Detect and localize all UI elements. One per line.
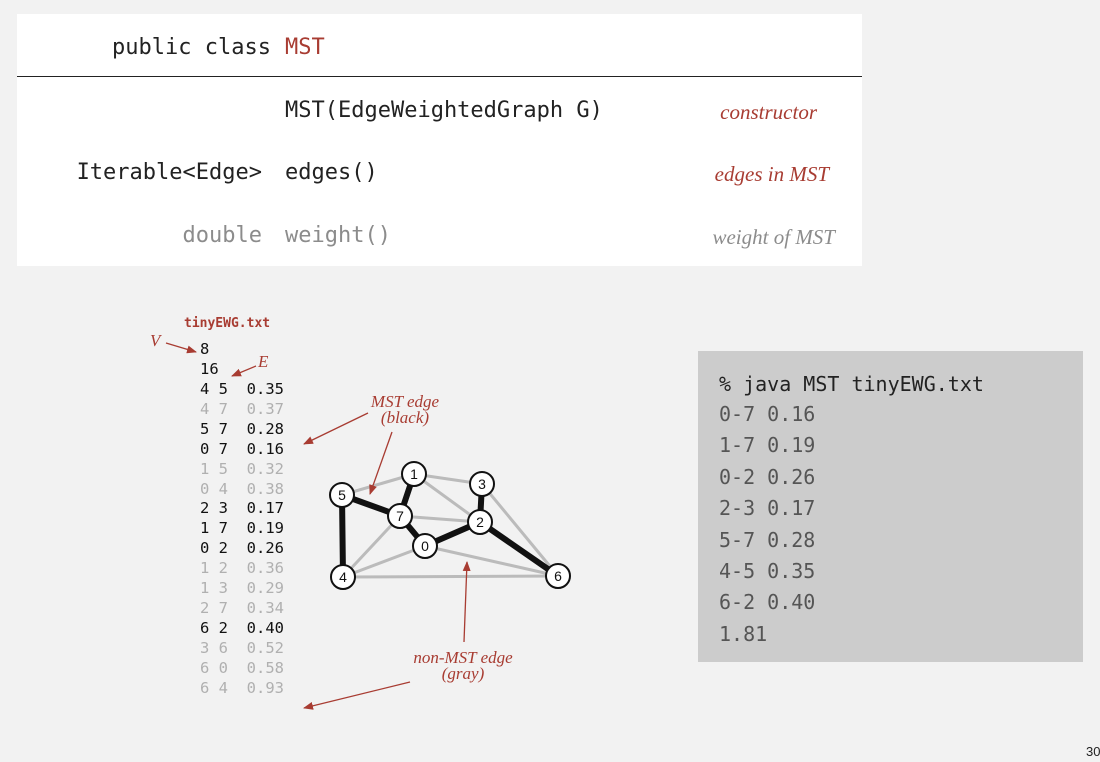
vertex-0: 0	[412, 533, 438, 559]
non-mst-edge-annotation: non-MST edge (gray)	[398, 648, 528, 684]
edge-line: 1 7 0.19	[200, 519, 284, 538]
console-command: % java MST tinyEWG.txt	[719, 372, 984, 396]
vertex-label: 0	[421, 538, 429, 554]
vertex-6: 6	[545, 563, 571, 589]
console-line: 0-7 0.16	[719, 402, 816, 426]
vertex-label: 5	[338, 487, 346, 503]
v-label: V	[150, 331, 161, 350]
console-line: 0-2 0.26	[719, 464, 816, 489]
console-line: 5-7 0.28	[719, 527, 816, 552]
edge-line: 1 3 0.29	[200, 579, 284, 597]
vertex-label: 4	[339, 569, 347, 585]
edge-line: 0 2 0.26	[200, 539, 284, 558]
vertex-label: 6	[554, 568, 562, 584]
edge-line: 6 2 0.40	[200, 618, 284, 637]
file-title: tinyEWG.txt	[184, 316, 271, 331]
edge-line: 2 3 0.17	[200, 499, 284, 518]
vertex-label: 7	[396, 508, 404, 524]
vertex-count: 8	[200, 340, 210, 358]
edge-line: 4 5 0.35	[200, 380, 284, 398]
edge-line: 1 5 0.32	[200, 459, 284, 478]
vertex-5: 5	[329, 482, 355, 508]
page-number: 30	[1086, 744, 1100, 759]
console-line: 4-5 0.35	[719, 559, 816, 583]
edge-line: 3 6 0.52	[200, 638, 284, 657]
vertex-label: 2	[476, 514, 484, 530]
e-label: E	[258, 352, 269, 371]
console-line: 1.81	[719, 621, 768, 646]
non-mst-edge-arrow-to-graph	[462, 561, 471, 643]
edge-line: 6 4 0.93	[200, 678, 284, 697]
edge-line: 6 0 0.58	[200, 658, 284, 677]
e-arrow	[231, 365, 257, 377]
vertex-4: 4	[330, 564, 356, 590]
non-mst-edge	[341, 574, 560, 579]
vertex-3: 3	[469, 471, 495, 497]
vertex-2: 2	[467, 509, 493, 535]
vertex-1: 1	[401, 461, 427, 487]
mst-edge-color-label: (black)	[380, 408, 430, 427]
mst-edges	[339, 471, 561, 580]
non-mst-edges	[340, 472, 560, 579]
v-arrow	[165, 342, 197, 354]
vertex-7: 7	[387, 503, 413, 529]
vertex-label: 3	[478, 476, 486, 492]
edge-line: 0 7 0.16	[200, 439, 284, 458]
vertex-label: 1	[410, 466, 418, 482]
non-mst-edge-arrow-to-line	[303, 681, 411, 710]
mst-edge-annotation: MST edge (black)	[350, 392, 460, 428]
edge-line: 4 7 0.37	[200, 399, 284, 418]
edge-line: 0 4 0.38	[200, 479, 284, 498]
edge-line: 5 7 0.28	[200, 419, 284, 438]
edge-line: 2 7 0.34	[200, 598, 284, 617]
edge-count: 16	[200, 360, 219, 378]
console-line: 6-2 0.40	[719, 590, 816, 615]
non-mst-edge	[341, 544, 427, 579]
console-line: 1-7 0.19	[719, 433, 816, 458]
console-output: % java MST tinyEWG.txt 0-7 0.16 1-7 0.19 0…	[698, 351, 1083, 662]
console-line: 2-3 0.17	[719, 496, 816, 521]
edge-line: 1 2 0.36	[200, 559, 284, 578]
